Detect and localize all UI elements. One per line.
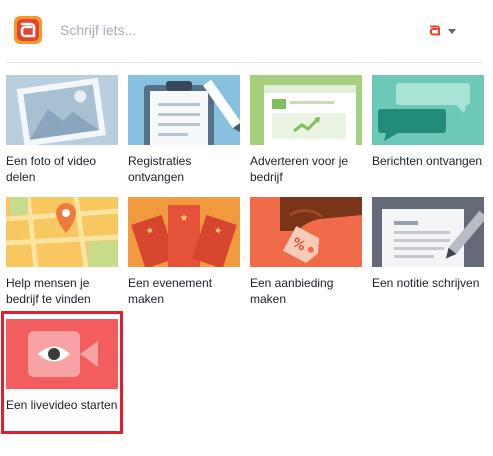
option-messages[interactable]: Berichten ontvangen [372,75,484,169]
option-label: Berichten ontvangen [372,154,483,168]
offer-tag-icon: % [250,197,362,267]
photo-landscape-icon [6,75,118,145]
composer-header [0,0,493,60]
map-pin-icon [6,197,118,267]
brand-mini-logo-icon [430,25,440,36]
composer-input[interactable] [60,18,390,42]
option-label: Een notitie schrijven [372,276,480,290]
brand-logo-icon [14,16,42,44]
header-divider [6,62,483,63]
option-create-event[interactable]: ★ ★ ★ Een evenement maken [128,197,240,307]
svg-text:★: ★ [180,213,189,224]
clipboard-pencil-icon [128,75,240,145]
option-advertise[interactable]: Adverteren voor je bedrijf [250,75,362,185]
option-label: Een aanbieding maken [250,276,334,306]
option-label: Registraties ontvangen [128,154,192,184]
option-label: Een livevideo starten [6,398,118,412]
option-label: Een foto of video delen [6,154,97,184]
account-switcher[interactable] [426,20,462,42]
option-label: Adverteren voor je bedrijf [250,154,349,184]
event-tickets-icon: ★ ★ ★ [128,197,240,267]
option-start-live-video[interactable]: Een livevideo starten [6,319,118,413]
option-create-offer[interactable]: % Een aanbieding maken [250,197,362,307]
option-label: Een evenement maken [128,276,213,306]
note-pencil-icon [372,197,484,267]
option-registrations[interactable]: Registraties ontvangen [128,75,240,185]
option-photo-video[interactable]: Een foto of video delen [6,75,118,185]
option-find-business[interactable]: Help mensen je bedrijf te vinden [6,197,118,307]
live-video-camera-icon [6,319,118,389]
option-label: Help mensen je bedrijf te vinden [6,276,91,306]
ad-browser-icon [250,75,362,145]
caret-down-icon [448,29,456,34]
chat-bubbles-icon [372,75,484,145]
option-write-note[interactable]: Een notitie schrijven [372,197,484,291]
